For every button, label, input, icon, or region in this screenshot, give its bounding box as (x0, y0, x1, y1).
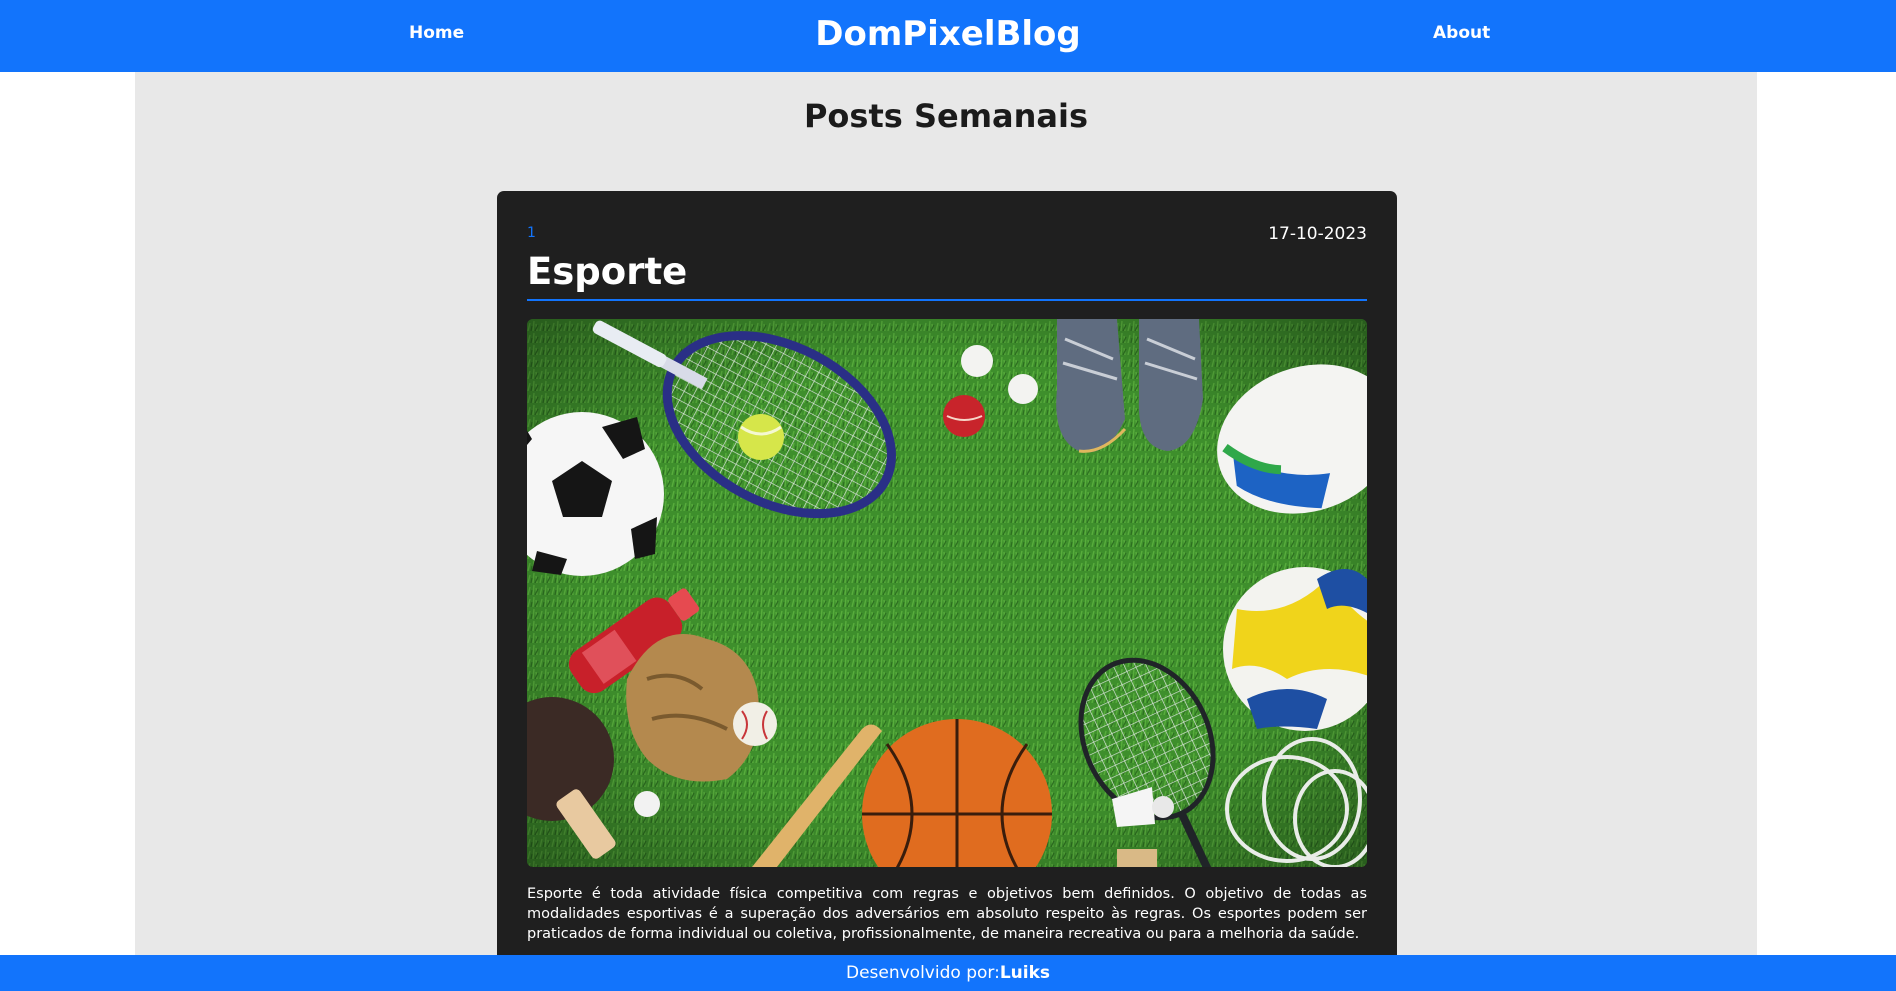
top-navbar: Home DomPixelBlog About (0, 0, 1896, 72)
footer-author: Luiks (999, 963, 1050, 983)
post-title: Esporte (527, 250, 688, 293)
post-number: 1 (527, 225, 536, 241)
post-image (527, 319, 1367, 867)
title-divider (527, 299, 1367, 301)
page-title: Posts Semanais (803, 97, 1089, 135)
main-content: Posts Semanais 1 17-10-2023 Esporte Espo… (135, 72, 1757, 955)
site-footer: Desenvolvido por:Luiks (0, 955, 1896, 991)
footer-label: Desenvolvido por: (845, 963, 1000, 983)
nav-about-link[interactable]: About (1433, 22, 1490, 44)
sports-equipment-image (527, 319, 1367, 867)
post-card: 1 17-10-2023 Esporte Esporte é toda ativ… (497, 191, 1397, 955)
post-body-text: Esporte é toda atividade física competit… (527, 886, 1367, 942)
site-brand[interactable]: DomPixelBlog (0, 12, 1896, 56)
post-date: 17-10-2023 (1268, 224, 1367, 244)
